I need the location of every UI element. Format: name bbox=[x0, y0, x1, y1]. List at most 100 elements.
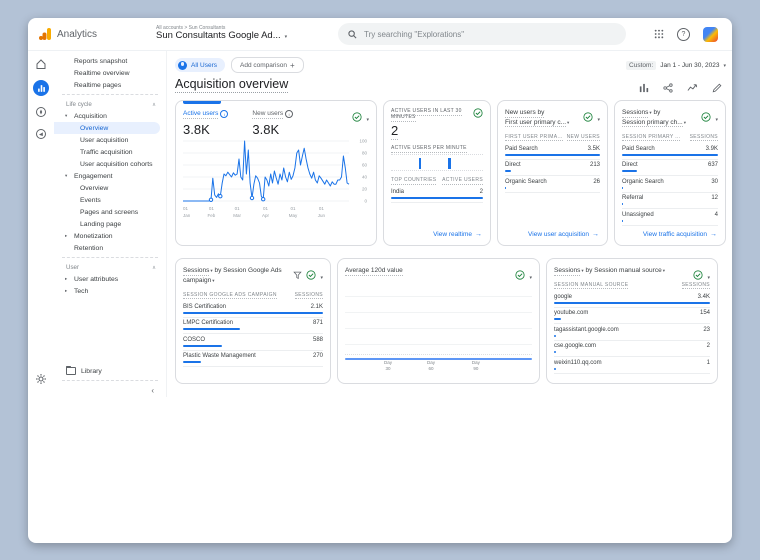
svg-text:01: 01 bbox=[235, 206, 241, 211]
chevron-down-icon[interactable] bbox=[209, 267, 212, 274]
table-row-line: tagassistant.google.com 23 bbox=[554, 327, 710, 333]
metric-active-users[interactable]: Active users 3.8K bbox=[183, 110, 229, 137]
sidebar-item-overview[interactable]: Overview bbox=[54, 122, 160, 134]
collapse-sidebar-button[interactable] bbox=[54, 384, 166, 397]
sidebar-item-user-acquisition[interactable]: User acquisition bbox=[54, 134, 160, 146]
view-traffic-acquisition-link[interactable]: View traffic acquisition bbox=[643, 231, 717, 238]
sidebar-item-label: Realtime pages bbox=[74, 81, 122, 89]
table-row: BIS Certification 2.1K bbox=[183, 301, 323, 318]
table-row: LMPC Certification 871 bbox=[183, 318, 323, 334]
home-icon[interactable] bbox=[35, 58, 47, 70]
edit-icon[interactable] bbox=[712, 83, 722, 93]
view-user-acquisition-link[interactable]: View user acquisition bbox=[528, 231, 599, 238]
metric-value: 30 bbox=[711, 178, 718, 185]
chevron-down-icon[interactable] bbox=[580, 267, 583, 274]
sidebar-item-events[interactable]: Events bbox=[54, 194, 160, 206]
axis-tick: Day 30 bbox=[384, 360, 392, 372]
chevron-down-icon[interactable] bbox=[597, 108, 600, 126]
chevron-down-icon[interactable] bbox=[648, 109, 651, 116]
table-row-line: COSCO 588 bbox=[183, 337, 323, 343]
sidebar-item-pages-and-screens[interactable]: Pages and screens bbox=[54, 206, 160, 218]
per-minute-bar bbox=[418, 158, 422, 169]
chevron-down-icon[interactable] bbox=[529, 266, 532, 284]
sidebar-item-monetization[interactable]: Monetization bbox=[54, 230, 160, 242]
table-row-line: LMPC Certification 871 bbox=[183, 320, 323, 326]
filter-icon[interactable] bbox=[293, 271, 303, 280]
sidebar-section-user[interactable]: User bbox=[54, 261, 166, 273]
plus-icon bbox=[290, 61, 295, 70]
tick-number: 30 bbox=[385, 365, 391, 371]
chevron-down-icon[interactable] bbox=[566, 119, 569, 126]
sidebar-item-overview[interactable]: Overview bbox=[54, 182, 160, 194]
sidebar-item-label: Acquisition bbox=[74, 112, 107, 120]
date-range-type: Custom: bbox=[626, 60, 657, 70]
divider bbox=[62, 94, 158, 95]
table-row: Direct 213 bbox=[505, 160, 600, 176]
sidebar-item-realtime-pages[interactable]: Realtime pages bbox=[54, 79, 160, 91]
avatar[interactable] bbox=[703, 26, 718, 42]
sidebar-item-label: Overview bbox=[80, 124, 109, 132]
table-row: Organic Search 26 bbox=[505, 176, 600, 193]
chevron-down-icon[interactable] bbox=[366, 108, 369, 126]
admin-gear-icon[interactable] bbox=[35, 372, 47, 390]
chevron-down-icon[interactable] bbox=[211, 277, 214, 284]
chevron-up-icon bbox=[152, 264, 156, 271]
explore-icon[interactable] bbox=[35, 106, 47, 118]
advertising-icon[interactable] bbox=[35, 128, 47, 140]
arrow-right-icon bbox=[710, 231, 717, 238]
user-segment-icon bbox=[178, 60, 187, 70]
sidebar-item-user-attributes[interactable]: User attributes bbox=[54, 273, 160, 285]
value-bar bbox=[183, 328, 241, 330]
sidebar-item-acquisition[interactable]: Acquisition bbox=[54, 110, 160, 122]
axis-tick: Day 60 bbox=[427, 360, 435, 372]
info-icon bbox=[220, 110, 229, 119]
chevron-down-icon[interactable] bbox=[707, 266, 710, 284]
dimension-label: weixin110.qq.com bbox=[554, 359, 602, 366]
metric-new-users[interactable]: New users 3.8K bbox=[252, 110, 294, 137]
search-input[interactable]: Try searching "Explorations" bbox=[338, 23, 626, 45]
property-selector[interactable]: All accounts > Sun Consultants Sun Consu… bbox=[156, 25, 338, 43]
date-range-picker[interactable]: Custom: Jan 1 - Jun 30, 2023 bbox=[626, 60, 726, 70]
value-bar bbox=[622, 219, 624, 222]
sidebar-item-library[interactable]: Library bbox=[54, 365, 160, 377]
svg-text:100: 100 bbox=[359, 138, 367, 143]
sidebar-item-label: Reports snapshot bbox=[74, 57, 128, 65]
table-row-line: Plastic Waste Management 270 bbox=[183, 353, 323, 359]
metric-value: 26 bbox=[593, 178, 600, 185]
chevron-down-icon[interactable] bbox=[320, 266, 323, 284]
chevron-down-icon bbox=[723, 62, 726, 69]
sidebar-item-traffic-acquisition[interactable]: Traffic acquisition bbox=[54, 146, 160, 158]
analytics-logo[interactable]: Analytics bbox=[28, 27, 156, 41]
metric-value: 1 bbox=[706, 359, 710, 366]
share-icon[interactable] bbox=[663, 83, 673, 93]
sidebar-item-reports-snapshot[interactable]: Reports snapshot bbox=[54, 55, 160, 67]
apps-grid-icon[interactable] bbox=[654, 29, 664, 39]
chevron-down-icon[interactable] bbox=[662, 267, 665, 274]
add-comparison-button[interactable]: Add comparison bbox=[231, 57, 304, 73]
tick-number: 90 bbox=[473, 365, 479, 371]
bar-chart-icon[interactable] bbox=[639, 83, 649, 93]
help-icon[interactable] bbox=[677, 27, 690, 41]
sidebar-item-realtime-overview[interactable]: Realtime overview bbox=[54, 67, 160, 79]
table-row-line: youtube.com 154 bbox=[554, 310, 710, 316]
metric-value: 2 bbox=[706, 343, 710, 350]
sidebar-item-engagement[interactable]: Engagement bbox=[54, 170, 160, 182]
realtime-card: ACTIVE USERS IN LAST 30 MINUTES 2 ACTIVE… bbox=[383, 100, 491, 246]
chevron-down-icon[interactable] bbox=[715, 108, 718, 126]
sidebar-section-life-cycle[interactable]: Life cycle bbox=[54, 98, 166, 110]
table-row: youtube.com 154 bbox=[554, 308, 710, 325]
sidebar-item-user-acquisition-cohorts[interactable]: User acquisition cohorts bbox=[54, 158, 160, 170]
value-bar bbox=[183, 361, 202, 363]
topbar: Analytics All accounts > Sun Consultants… bbox=[28, 18, 732, 51]
sidebar-item-landing-page[interactable]: Landing page bbox=[54, 218, 160, 230]
chevron-down-icon[interactable] bbox=[683, 119, 686, 126]
all-users-chip[interactable]: All Users bbox=[175, 58, 226, 72]
dimension-label: LMPC Certification bbox=[183, 320, 234, 326]
sidebar-item-retention[interactable]: Retention bbox=[54, 242, 160, 254]
section-label: User bbox=[66, 263, 80, 271]
view-realtime-link[interactable]: View realtime bbox=[433, 231, 482, 238]
sidebar-item-label: User acquisition cohorts bbox=[80, 160, 153, 168]
sidebar-item-tech[interactable]: Tech bbox=[54, 285, 160, 297]
reports-icon[interactable] bbox=[33, 80, 49, 96]
insights-icon[interactable] bbox=[687, 83, 698, 93]
